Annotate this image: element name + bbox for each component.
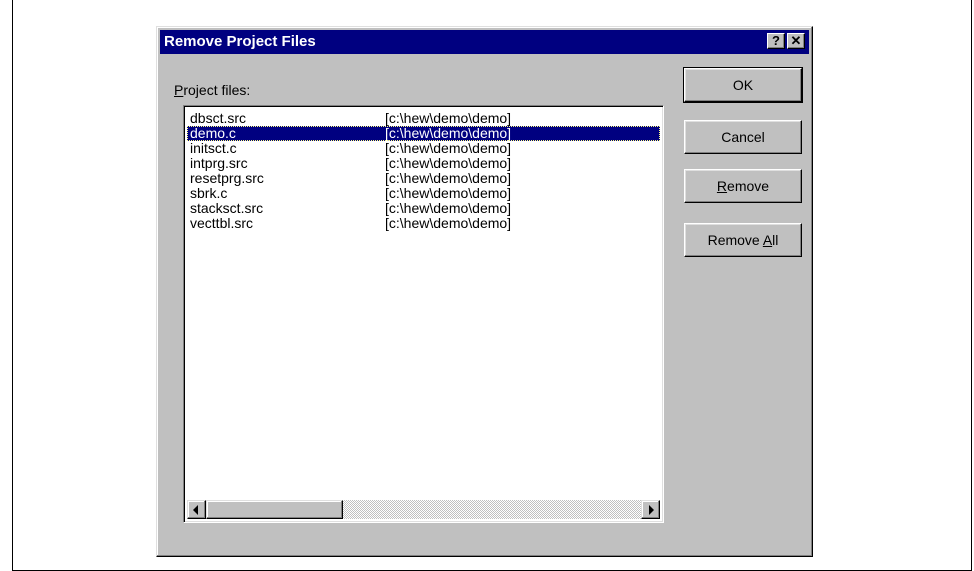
file-path: [c:\hew\demo\demo] xyxy=(385,215,512,231)
remove-button[interactable]: Remove xyxy=(684,169,802,203)
remove-label-rest: emove xyxy=(727,178,770,194)
cancel-button[interactable]: Cancel xyxy=(684,120,802,154)
list-item[interactable]: sbrk.c [c:\hew\demo\demo] xyxy=(187,186,660,201)
file-path: [c:\hew\demo\demo] xyxy=(385,110,512,126)
file-path: [c:\hew\demo\demo] xyxy=(385,200,512,216)
window-title: Remove Project Files xyxy=(164,33,316,50)
list-item[interactable]: stacksct.src [c:\hew\demo\demo] xyxy=(187,201,660,216)
list-item[interactable]: demo.c [c:\hew\demo\demo] xyxy=(187,126,660,141)
list-rows: dbsct.src [c:\hew\demo\demo] demo.c [c:\hew… xyxy=(187,111,660,231)
file-name: initsct.c xyxy=(190,140,237,156)
project-files-label: Project files: xyxy=(174,82,250,98)
title-bar[interactable]: Remove Project Files ? ✕ xyxy=(160,30,809,54)
remove-project-files-dialog: Remove Project Files ? ✕ Project files: … xyxy=(156,26,813,557)
project-files-list[interactable]: dbsct.src [c:\hew\demo\demo] demo.c [c:\hew… xyxy=(183,105,664,523)
file-path: [c:\hew\demo\demo] xyxy=(385,185,512,201)
remove-all-button[interactable]: Remove All xyxy=(684,223,802,257)
file-path: [c:\hew\demo\demo] xyxy=(385,155,512,171)
arrow-left-icon xyxy=(193,505,198,515)
file-name: vecttbl.src xyxy=(190,215,254,231)
scroll-right-button[interactable] xyxy=(641,500,660,519)
file-name: dbsct.src xyxy=(190,110,247,126)
file-name: stacksct.src xyxy=(190,200,264,216)
list-item[interactable]: resetprg.src [c:\hew\demo\demo] xyxy=(187,171,660,186)
remove-mnemonic: R xyxy=(716,178,728,194)
horizontal-scrollbar[interactable] xyxy=(187,500,660,519)
remove-all-prefix: Remove xyxy=(707,232,763,248)
scroll-thumb[interactable] xyxy=(206,500,343,519)
label-mnemonic: P xyxy=(174,82,184,98)
list-item[interactable]: intprg.src [c:\hew\demo\demo] xyxy=(187,156,660,171)
remove-all-rest: ll xyxy=(772,232,779,248)
file-name: intprg.src xyxy=(190,155,248,171)
scroll-left-button[interactable] xyxy=(187,500,206,519)
file-path: [c:\hew\demo\demo] xyxy=(385,125,512,141)
file-name: sbrk.c xyxy=(190,185,228,201)
help-icon[interactable]: ? xyxy=(767,33,785,49)
remove-all-mnemonic: A xyxy=(762,232,773,248)
label-rest: roject files: xyxy=(183,82,251,98)
list-item[interactable]: dbsct.src [c:\hew\demo\demo] xyxy=(187,111,660,126)
ok-button[interactable]: OK xyxy=(683,67,803,103)
file-name: resetprg.src xyxy=(190,170,264,186)
arrow-right-icon xyxy=(649,505,654,515)
list-item[interactable]: initsct.c [c:\hew\demo\demo] xyxy=(187,141,660,156)
file-path: [c:\hew\demo\demo] xyxy=(385,170,512,186)
list-item[interactable]: vecttbl.src [c:\hew\demo\demo] xyxy=(187,216,660,231)
file-name: demo.c xyxy=(190,125,236,141)
file-path: [c:\hew\demo\demo] xyxy=(385,140,512,156)
close-icon[interactable]: ✕ xyxy=(787,33,805,49)
